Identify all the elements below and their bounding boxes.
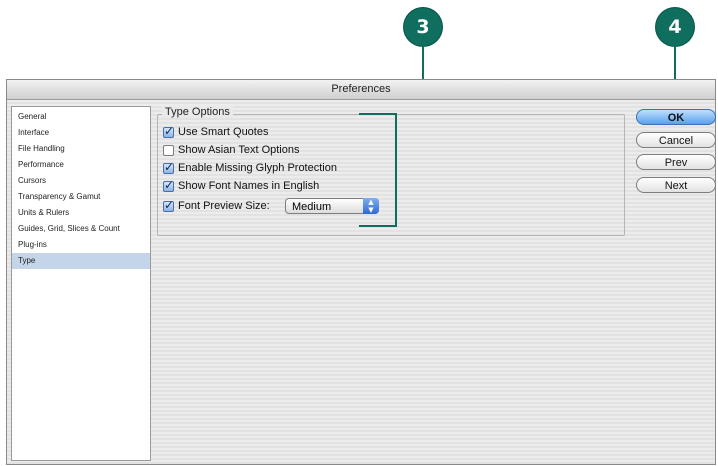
callout-3-label: 3 [416, 16, 430, 38]
font-names-english-label: Show Font Names in English [178, 180, 320, 192]
prev-button[interactable]: Prev [636, 154, 716, 170]
window-titlebar: Preferences [7, 80, 715, 100]
sidebar-item-plug-ins[interactable]: Plug-ins [12, 237, 150, 253]
type-options-legend: Type Options [162, 106, 233, 118]
callout-3-badge: 3 [404, 8, 442, 46]
next-button[interactable]: Next [636, 177, 716, 193]
missing-glyph-label: Enable Missing Glyph Protection [178, 162, 337, 174]
callout-4-label: 4 [668, 16, 682, 38]
use-smart-quotes-option[interactable]: Use Smart Quotes [163, 124, 269, 139]
font-names-english-option[interactable]: Show Font Names in English [163, 178, 320, 193]
show-asian-text-checkbox[interactable] [163, 144, 174, 156]
callout-4-badge: 4 [656, 8, 694, 46]
use-smart-quotes-checkbox[interactable] [163, 124, 174, 138]
sidebar-item-general[interactable]: General [12, 109, 150, 125]
sidebar-item-type[interactable]: Type [12, 253, 150, 269]
missing-glyph-checkbox[interactable] [163, 160, 174, 174]
font-preview-size-value: Medium [292, 201, 332, 213]
sidebar-item-interface[interactable]: Interface [12, 125, 150, 141]
cancel-button[interactable]: Cancel [636, 132, 716, 148]
preferences-dialog: Preferences General Interface File Handl… [6, 79, 716, 465]
font-preview-option[interactable]: Font Preview Size: [163, 198, 270, 213]
window-title: Preferences [331, 83, 391, 95]
sidebar-item-transparency-gamut[interactable]: Transparency & Gamut [12, 189, 150, 205]
font-names-english-checkbox[interactable] [163, 178, 174, 192]
sidebar-item-cursors[interactable]: Cursors [12, 173, 150, 189]
missing-glyph-option[interactable]: Enable Missing Glyph Protection [163, 160, 337, 175]
font-preview-label: Font Preview Size: [178, 200, 270, 212]
show-asian-text-label: Show Asian Text Options [178, 144, 300, 156]
callout-3-bracket [359, 113, 397, 227]
sidebar-item-file-handling[interactable]: File Handling [12, 141, 150, 157]
show-asian-text-option[interactable]: Show Asian Text Options [163, 143, 299, 157]
ok-button[interactable]: OK [636, 109, 716, 125]
preferences-sidebar: General Interface File Handling Performa… [11, 106, 151, 461]
sidebar-item-performance[interactable]: Performance [12, 157, 150, 173]
use-smart-quotes-label: Use Smart Quotes [178, 126, 269, 138]
sidebar-item-guides-grid[interactable]: Guides, Grid, Slices & Count [12, 221, 150, 237]
font-preview-checkbox[interactable] [163, 198, 174, 212]
sidebar-item-units-rulers[interactable]: Units & Rulers [12, 205, 150, 221]
